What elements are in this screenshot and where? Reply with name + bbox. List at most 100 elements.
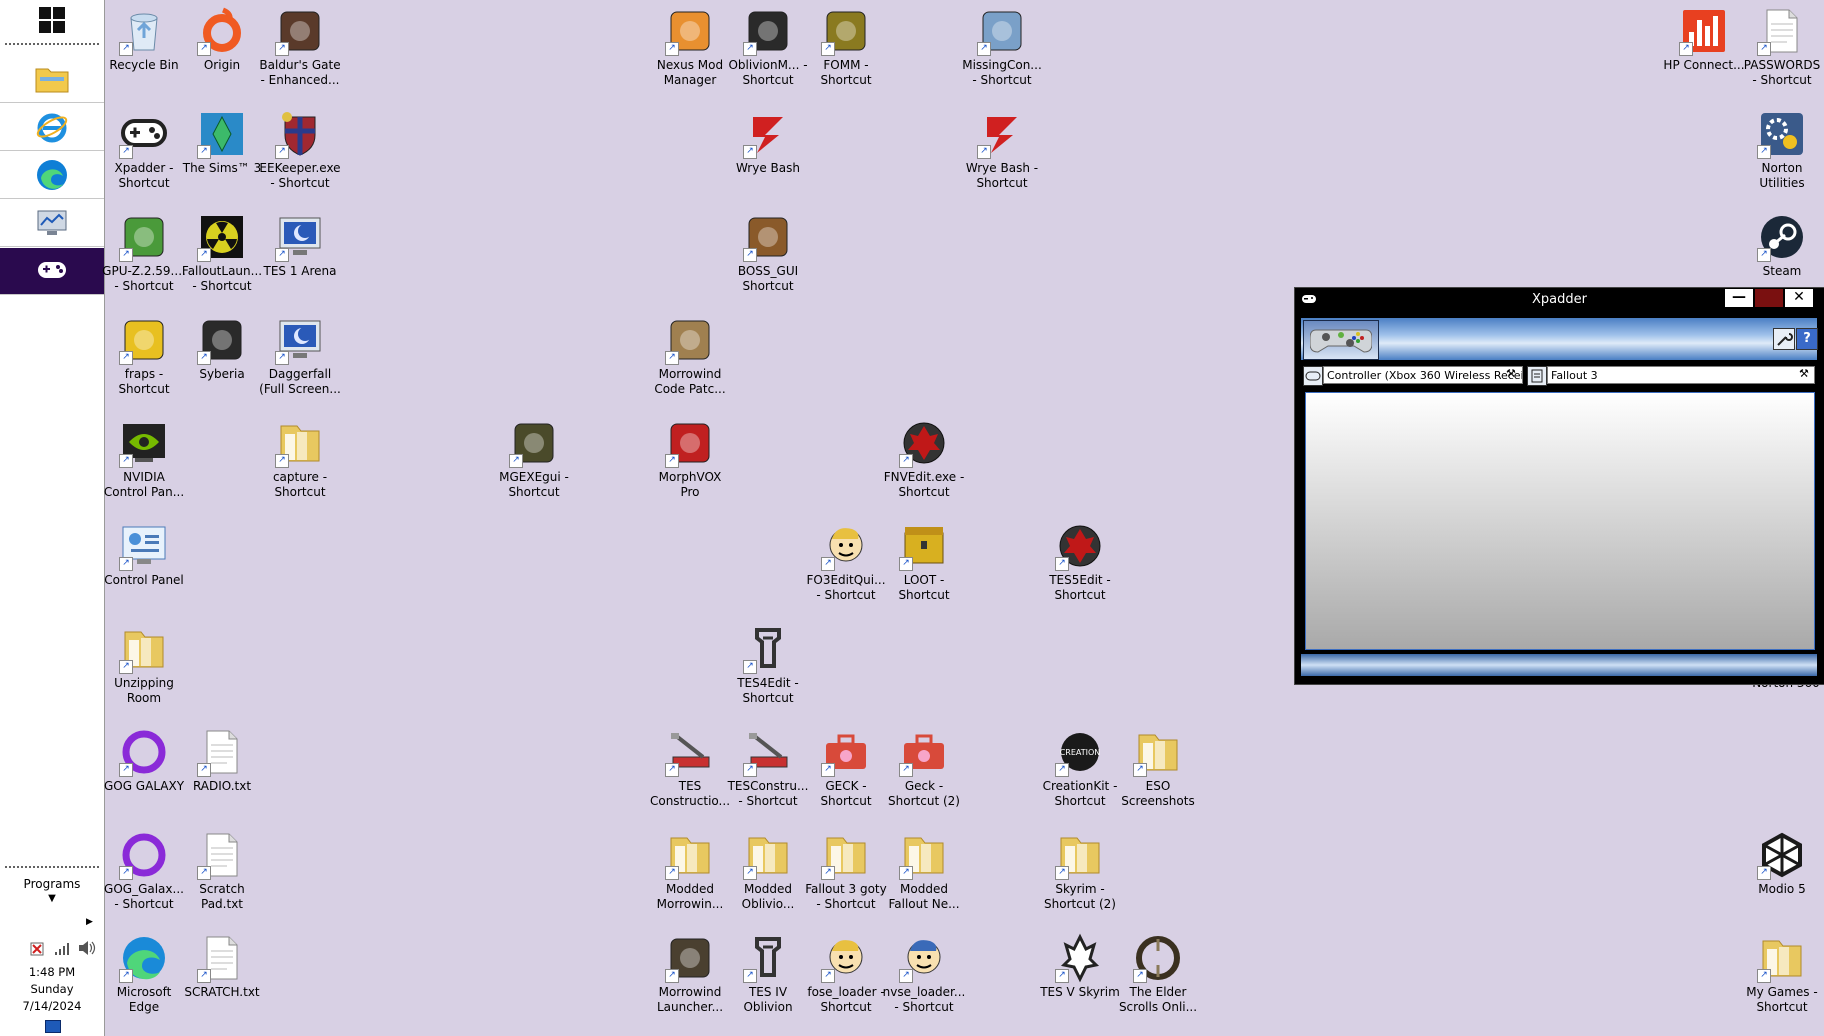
desktop-icon[interactable]: ↗ MorphVOX Pro xyxy=(648,418,732,500)
monitor-icon: ↗ xyxy=(275,315,325,365)
profile-button[interactable] xyxy=(1527,366,1547,386)
taskbar-file-explorer[interactable] xyxy=(0,56,104,103)
desktop-icon[interactable]: ↗ Geck - Shortcut (2) xyxy=(882,727,966,809)
desktop-icon[interactable]: ↗ Recycle Bin xyxy=(102,6,186,73)
desktop-icon[interactable]: ↗ TES 1 Arena xyxy=(258,212,342,279)
desktop-icon[interactable]: ↗ MGEXEgui - Shortcut xyxy=(492,418,576,500)
settings-button[interactable] xyxy=(1773,328,1795,350)
recycle-bin-icon: ↗ xyxy=(119,6,169,56)
xpadder-titlebar[interactable]: Xpadder — ✕ xyxy=(1295,288,1824,312)
shortcut-arrow-icon: ↗ xyxy=(743,763,757,777)
controller-select[interactable]: Controller (Xbox 360 Wireless Receiver f… xyxy=(1323,366,1523,384)
volume-icon[interactable] xyxy=(78,940,96,956)
programs-label[interactable]: Programs xyxy=(0,877,104,891)
desktop-icon[interactable]: ↗ Scratch Pad.txt xyxy=(180,830,264,912)
desktop-icon[interactable]: ↗ Unzipping Room xyxy=(102,624,186,706)
desktop-icon[interactable]: ↗ PASSWORDS - Shortcut xyxy=(1740,6,1824,88)
desktop-icon[interactable]: ↗ MissingCon... - Shortcut xyxy=(960,6,1044,88)
desktop-icon[interactable]: ↗ Nexus Mod Manager xyxy=(648,6,732,88)
controller-tab[interactable] xyxy=(1303,320,1379,360)
desktop-icon[interactable]: ↗ NVIDIA Control Pan... xyxy=(102,418,186,500)
desktop-icon[interactable]: ↗ ESO Screenshots xyxy=(1116,727,1200,809)
desktop-icon[interactable]: ↗ Fallout 3 goty - Shortcut xyxy=(804,830,888,912)
desktop-icon[interactable]: ↗ GOG GALAXY xyxy=(102,727,186,794)
help-button[interactable]: ? xyxy=(1796,328,1818,350)
desktop-icon[interactable]: ↗ TES5Edit - Shortcut xyxy=(1038,521,1122,603)
desktop-icon[interactable]: ↗ My Games - Shortcut xyxy=(1740,933,1824,1015)
desktop-icon[interactable]: ↗ Modded Fallout Ne... xyxy=(882,830,966,912)
security-icon[interactable] xyxy=(30,941,44,956)
controller-settings-icon[interactable]: ⚒ xyxy=(1506,367,1516,380)
desktop-icon[interactable]: ↗ FO3EditQui... - Shortcut xyxy=(804,521,888,603)
show-desktop-icon[interactable] xyxy=(45,1020,61,1033)
desktop-icon[interactable]: ↗ EEKeeper.exe - Shortcut xyxy=(258,109,342,191)
desktop-icon[interactable]: ↗ Steam xyxy=(1740,212,1824,279)
desktop-icon[interactable]: ↗ BOSS_GUI Shortcut xyxy=(726,212,810,294)
desktop-icon[interactable]: ↗ HP Connect... xyxy=(1662,6,1746,73)
desktop-icon[interactable]: ↗ The Elder Scrolls Onli... xyxy=(1116,933,1200,1015)
maximize-button[interactable] xyxy=(1755,289,1783,307)
start-button[interactable] xyxy=(0,0,104,40)
desktop-icon[interactable]: ↗ Control Panel xyxy=(102,521,186,588)
desktop-icon[interactable]: ↗ FalloutLaun... - Shortcut xyxy=(180,212,264,294)
desktop-icon[interactable]: ↗ Modio 5 xyxy=(1740,830,1824,897)
desktop-icon[interactable]: ↗ OblivionM... - Shortcut xyxy=(726,6,810,88)
desktop-icon[interactable]: ↗ TESConstru... - Shortcut xyxy=(726,727,810,809)
desktop-icon[interactable]: ↗ fose_loader - Shortcut xyxy=(804,933,888,1015)
desktop-icon[interactable]: ↗ nvse_loader... - Shortcut xyxy=(882,933,966,1015)
desktop-icon[interactable]: ↗ RADIO.txt xyxy=(180,727,264,794)
taskbar-xpadder[interactable] xyxy=(0,248,104,295)
desktop-icon[interactable]: ↗ Modded Morrowin... xyxy=(648,830,732,912)
xpadder-layout-area[interactable] xyxy=(1305,392,1815,650)
desktop-icon[interactable]: ↗ TES4Edit - Shortcut xyxy=(726,624,810,706)
taskbar-grip[interactable] xyxy=(4,42,100,47)
desktop-icon[interactable]: ↗ Origin xyxy=(180,6,264,73)
desktop-icon[interactable]: ↗ FOMM - Shortcut xyxy=(804,6,888,88)
desktop-icon[interactable]: ↗ Morrowind Code Patc... xyxy=(648,315,732,397)
profile-select[interactable]: Fallout 3 xyxy=(1547,366,1815,384)
taskbar-edge[interactable] xyxy=(0,152,104,199)
desktop-icon[interactable]: ↗ GPU-Z.2.59.... - Shortcut xyxy=(102,212,186,294)
desktop-icon[interactable]: ↗ Microsoft Edge xyxy=(102,933,186,1015)
network-icon[interactable] xyxy=(54,941,70,955)
close-button[interactable]: ✕ xyxy=(1785,289,1813,307)
desktop-icon[interactable]: ↗ LOOT - Shortcut xyxy=(882,521,966,603)
window-icon: ↗ xyxy=(977,6,1027,56)
desktop-icon[interactable]: ↗ Modded Oblivio... xyxy=(726,830,810,912)
desktop-icon-label: GECK - Shortcut xyxy=(820,779,872,808)
gog-icon: ↗ xyxy=(119,727,169,777)
desktop-icon[interactable]: ↗ Skyrim - Shortcut (2) xyxy=(1038,830,1122,912)
desktop-icon[interactable]: ↗ capture - Shortcut xyxy=(258,418,342,500)
shortcut-arrow-icon: ↗ xyxy=(119,969,133,983)
desktop-icon[interactable]: ↗ Xpadder - Shortcut xyxy=(102,109,186,191)
desktop-icon[interactable]: CREATION ↗ CreationKit - Shortcut xyxy=(1038,727,1122,809)
desktop-icon[interactable]: ↗ The Sims™ 3 xyxy=(180,109,264,176)
minimize-button[interactable]: — xyxy=(1725,289,1753,307)
taskbar-internet-explorer[interactable] xyxy=(0,104,104,151)
chevron-right-icon[interactable]: ▶ xyxy=(86,917,93,927)
profile-settings-icon[interactable]: ⚒ xyxy=(1799,367,1809,380)
desktop-icon[interactable]: ↗ GOG_Galax... - Shortcut xyxy=(102,830,186,912)
desktop-icon[interactable]: ↗ Wrye Bash xyxy=(726,109,810,176)
desktop-icon[interactable]: ↗ SCRATCH.txt xyxy=(180,933,264,1000)
desktop-icon[interactable]: ↗ Syberia xyxy=(180,315,264,382)
shortcut-arrow-icon: ↗ xyxy=(665,351,679,365)
gamepad-icon xyxy=(1305,371,1321,381)
taskbar-monitor[interactable] xyxy=(0,200,104,247)
desktop-icon[interactable]: ↗ FNVEdit.exe - Shortcut xyxy=(882,418,966,500)
taskbar-grip-lower[interactable] xyxy=(4,865,100,870)
desktop-icon[interactable]: ↗ fraps - Shortcut xyxy=(102,315,186,397)
desktop-icon[interactable]: ↗ TES V Skyrim xyxy=(1038,933,1122,1000)
desktop-icon[interactable]: ↗ Daggerfall (Full Screen... xyxy=(258,315,342,397)
controller-button[interactable] xyxy=(1303,366,1323,386)
desktop-icon[interactable]: ↗ Norton Utilities xyxy=(1740,109,1824,191)
desktop-icon[interactable]: ↗ Wrye Bash - Shortcut xyxy=(960,109,1044,191)
desktop-icon[interactable]: ↗ Morrowind Launcher... xyxy=(648,933,732,1015)
clock-time[interactable]: 1:48 PM xyxy=(0,964,104,981)
desktop-icon[interactable]: ↗ TES Constructio... xyxy=(648,727,732,809)
desktop-icon[interactable]: ↗ Baldur's Gate - Enhanced... xyxy=(258,6,342,88)
chevron-down-icon[interactable]: ▼ xyxy=(0,893,104,904)
desktop-icon[interactable]: ↗ TES IV Oblivion xyxy=(726,933,810,1015)
desktop-icon[interactable]: ↗ GECK - Shortcut xyxy=(804,727,888,809)
shortcut-arrow-icon: ↗ xyxy=(1055,969,1069,983)
